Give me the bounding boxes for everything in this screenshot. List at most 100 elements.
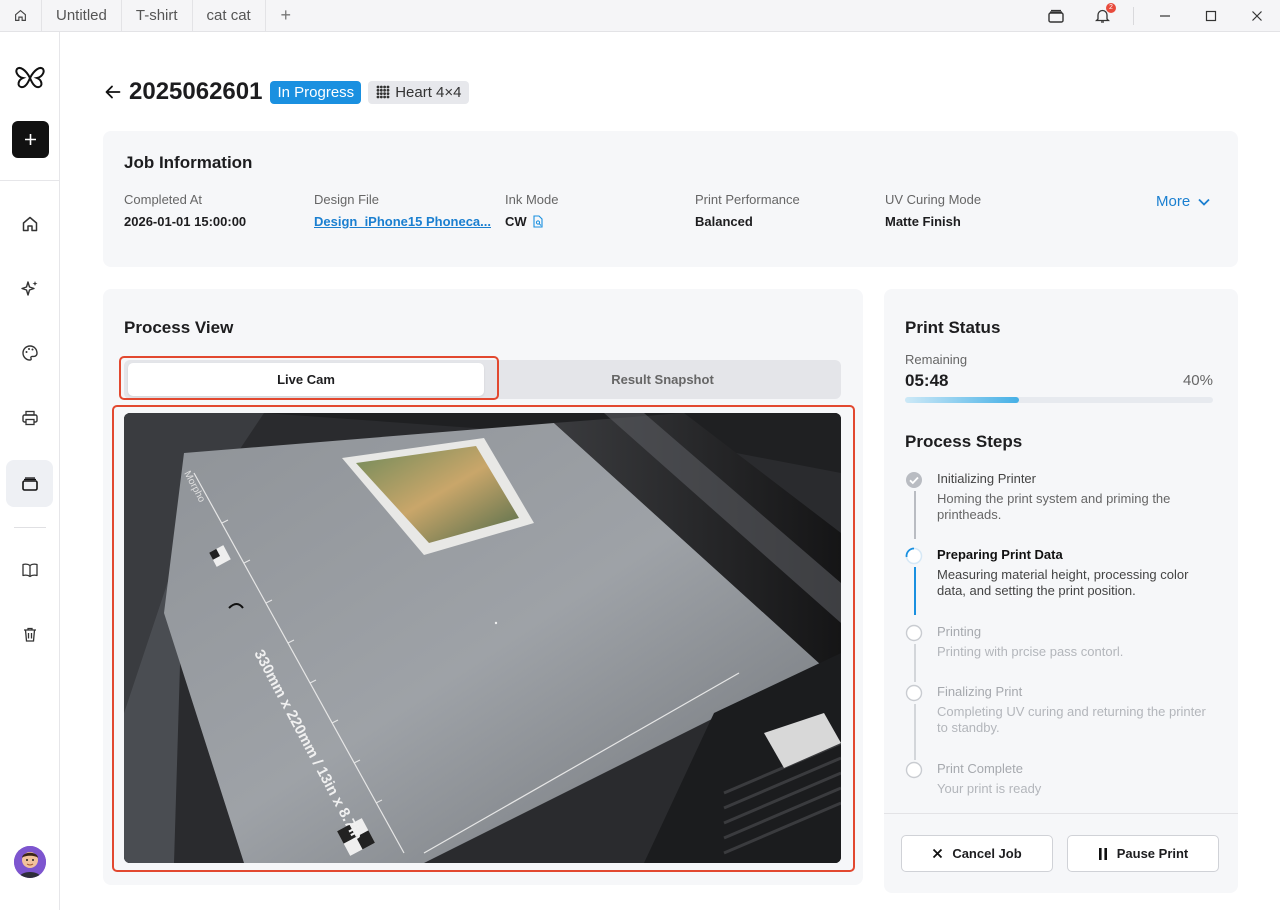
step-title: Print Complete: [937, 761, 1023, 776]
step-connector: [914, 567, 916, 615]
completed-at-field: Completed At 2026-01-01 15:00:00: [124, 192, 246, 229]
cancel-job-label: Cancel Job: [952, 846, 1022, 861]
empty-circle-icon: [905, 761, 923, 779]
tab-label: Untitled: [56, 7, 107, 24]
field-value: 2026-01-01 15:00:00: [124, 214, 247, 229]
empty-circle-icon: [905, 624, 923, 642]
grid-dots-icon: [376, 85, 390, 99]
field-label: Ink Mode: [505, 192, 559, 207]
tab-untitled[interactable]: Untitled: [42, 0, 122, 32]
sidebar-item-guide[interactable]: [6, 546, 53, 593]
sparkle-icon: [20, 280, 37, 296]
tab-cat-cat[interactable]: cat cat: [193, 0, 266, 32]
chevron-down-icon: [1198, 198, 1210, 206]
tab-result-snapshot[interactable]: Result Snapshot: [484, 363, 841, 396]
step-connector: [914, 704, 916, 760]
highlight-box-camera-view: [112, 405, 855, 872]
new-project-button[interactable]: [12, 121, 49, 158]
tab-label: cat cat: [206, 7, 251, 24]
tab-t-shirt[interactable]: T-shirt: [122, 0, 193, 32]
divider: [14, 527, 46, 528]
cancel-job-button[interactable]: Cancel Job: [901, 835, 1053, 872]
step-title: Finalizing Print: [937, 684, 1023, 699]
pause-print-button[interactable]: Pause Print: [1067, 835, 1219, 872]
pattern-badge-label: Heart 4×4: [395, 83, 462, 101]
sidebar-item-palette[interactable]: [6, 329, 53, 376]
field-label: Print Performance: [695, 192, 800, 207]
divider: [0, 180, 60, 181]
user-avatar[interactable]: [14, 846, 46, 878]
butterfly-logo-icon: [15, 67, 45, 89]
step-description: Completing UV curing and returning the p…: [937, 704, 1206, 735]
step-description: Homing the print system and priming the …: [937, 491, 1171, 522]
step-description: Measuring material height, processing co…: [937, 567, 1189, 598]
close-window-button[interactable]: [1234, 0, 1280, 32]
back-button[interactable]: [103, 82, 123, 102]
highlight-box-live-cam-tab: [119, 356, 499, 400]
field-value: Balanced: [695, 214, 753, 229]
library-icon: [1048, 9, 1064, 23]
home-tab-button[interactable]: [0, 0, 42, 32]
notifications-button[interactable]: 2: [1079, 0, 1125, 32]
library-button[interactable]: [1033, 0, 1079, 32]
palette-icon: [21, 344, 38, 361]
empty-circle-icon: [905, 684, 923, 702]
add-tab-button[interactable]: +: [266, 0, 306, 32]
design-file-field: Design File Design_iPhone15 Phoneca...: [314, 192, 491, 229]
minimize-icon: [1160, 15, 1170, 17]
print-performance-field: Print Performance Balanced: [695, 192, 800, 229]
pattern-badge: Heart 4×4: [368, 80, 470, 104]
status-badge: In Progress: [270, 80, 362, 104]
step-description: Printing with prcise pass contorl.: [937, 644, 1124, 659]
arrow-left-icon: [105, 85, 121, 99]
process-steps-title: Process Steps: [905, 432, 1023, 451]
printer-icon: [21, 410, 38, 425]
step-connector: [914, 644, 916, 682]
sidebar-item-home[interactable]: [6, 200, 53, 247]
field-value: Matte Finish: [885, 214, 961, 229]
pause-print-label: Pause Print: [1116, 846, 1189, 861]
document-search-icon[interactable]: [532, 215, 544, 228]
home-icon: [22, 216, 37, 231]
more-label: More: [1156, 193, 1191, 210]
tab-label: T-shirt: [135, 7, 178, 24]
sidebar-item-trash[interactable]: [6, 611, 53, 658]
close-icon: [1252, 11, 1262, 21]
print-status-title: Print Status: [905, 318, 1001, 337]
page-title: 2025062601: [129, 78, 263, 105]
print-status-card: Print Status Remaining 05:48 40% Process…: [884, 289, 1238, 893]
sidebar-item-ai[interactable]: [6, 265, 53, 312]
plus-icon: [25, 134, 36, 145]
field-label: Design File: [314, 192, 380, 207]
pause-icon: [1098, 847, 1107, 860]
maximize-button[interactable]: [1188, 0, 1234, 32]
page-header: 2025062601 In Progress Heart 4×4: [103, 78, 470, 106]
more-button[interactable]: More: [1156, 193, 1210, 210]
plus-icon: +: [280, 5, 291, 25]
sidebar-item-printer[interactable]: [6, 394, 53, 441]
trash-icon: [23, 627, 36, 642]
step-connector: [914, 491, 916, 539]
step-description: Your print is ready: [937, 781, 1042, 796]
minimize-button[interactable]: [1142, 0, 1188, 32]
maximize-icon: [1205, 10, 1217, 22]
close-icon: [933, 848, 943, 859]
sidebar-item-jobs[interactable]: [6, 460, 53, 507]
divider: [884, 813, 1238, 814]
job-information-title: Job Information: [124, 153, 253, 172]
jobs-box-icon: [21, 476, 38, 491]
field-value-wrapper: CW: [505, 214, 558, 229]
home-icon: [15, 9, 26, 21]
check-circle-icon: [906, 472, 922, 488]
book-icon: [21, 563, 38, 577]
process-view-card: Process View Live Cam Result Snapshot 33…: [103, 289, 863, 885]
process-view-title: Process View: [124, 318, 234, 337]
loading-spinner-icon: [905, 547, 923, 565]
progress-bar: [905, 397, 1213, 403]
step-title: Preparing Print Data: [937, 547, 1063, 562]
divider: [1133, 7, 1134, 25]
design-file-link[interactable]: Design_iPhone15 Phoneca...: [314, 214, 491, 229]
field-label: UV Curing Mode: [885, 192, 982, 207]
title-bar: Untitled T-shirt cat cat + 2: [0, 0, 1280, 32]
field-value: CW: [505, 214, 527, 229]
